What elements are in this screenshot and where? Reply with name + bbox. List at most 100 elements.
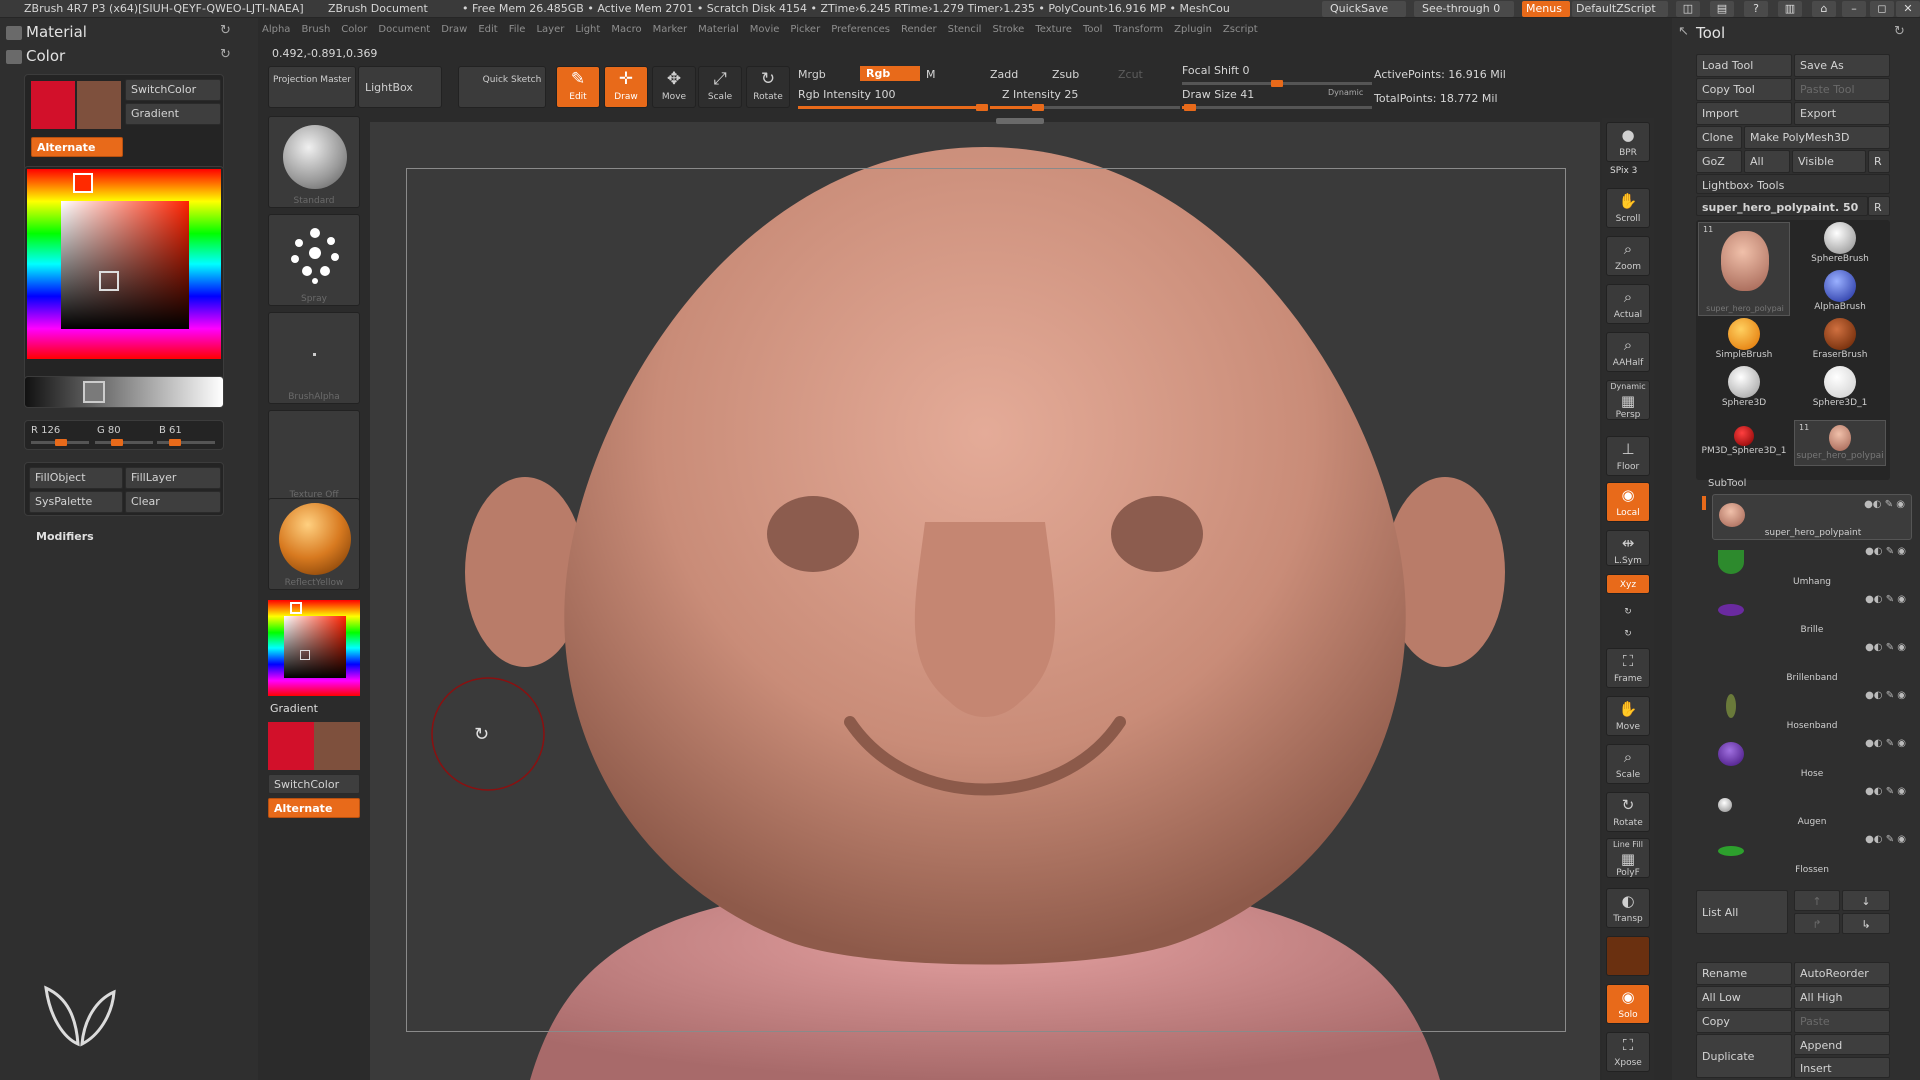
fillobject-button[interactable]: FillObject xyxy=(29,467,123,489)
visibility-toggle[interactable]: ●◐ ✎ ◉ xyxy=(1864,499,1905,510)
tool-thumb-pm3d-sphere3d[interactable]: PM3D_Sphere3D_1 xyxy=(1698,420,1790,466)
secondary-color-swatch[interactable] xyxy=(314,722,360,770)
secondary-color-swatch[interactable] xyxy=(77,81,121,129)
subtool-item[interactable]: ●◐ ✎ ◉ Brille xyxy=(1712,590,1912,636)
menu-item-picker[interactable]: Picker xyxy=(790,24,820,35)
refresh-icon[interactable]: ↻ xyxy=(220,47,231,62)
blue-slider[interactable] xyxy=(157,439,215,446)
value-slider[interactable] xyxy=(24,376,224,408)
z-intensity-slider[interactable] xyxy=(990,104,1180,111)
red-value[interactable]: R 126 xyxy=(31,425,60,436)
import-button[interactable]: Import xyxy=(1696,102,1792,125)
focal-shift-slider[interactable] xyxy=(1182,80,1372,87)
visibility-toggle[interactable]: ●◐ ✎ ◉ xyxy=(1865,546,1906,557)
visibility-toggle[interactable]: ●◐ ✎ ◉ xyxy=(1865,690,1906,701)
export-button[interactable]: Export xyxy=(1794,102,1890,125)
subtool-item[interactable]: ●◐ ✎ ◉ Umhang xyxy=(1712,542,1912,588)
minimize-icon[interactable]: – xyxy=(1842,1,1866,17)
edit-button[interactable]: ✎ Edit xyxy=(556,66,600,108)
y-rotate-icon[interactable]: ↻ xyxy=(1606,602,1650,622)
layout-switch-icon[interactable]: ▥ xyxy=(1778,1,1802,17)
canvas-scroll-handle[interactable] xyxy=(996,118,1044,124)
all-low-button[interactable]: All Low xyxy=(1696,986,1792,1009)
move-button[interactable]: ✥ Move xyxy=(652,66,696,108)
m-toggle[interactable]: M xyxy=(926,68,936,81)
append-button[interactable]: Append xyxy=(1794,1034,1890,1055)
menu-item-macro[interactable]: Macro xyxy=(611,24,641,35)
menu-item-tool[interactable]: Tool xyxy=(1083,24,1102,35)
rgb-intensity-slider[interactable] xyxy=(798,104,988,111)
draw-button[interactable]: ✛ Draw xyxy=(604,66,648,108)
z-rotate-icon[interactable]: ↻ xyxy=(1606,624,1650,644)
menu-item-zplugin[interactable]: Zplugin xyxy=(1174,24,1212,35)
list-all-button[interactable]: List All xyxy=(1696,890,1788,934)
see-through-slider[interactable]: See-through 0 xyxy=(1414,1,1514,17)
dynamic-toggle[interactable]: Dynamic xyxy=(1328,88,1363,97)
xpose-button[interactable]: ⛶ Xpose xyxy=(1606,1032,1650,1072)
ghost-button[interactable] xyxy=(1606,936,1650,976)
projection-master-button[interactable]: Projection Master xyxy=(268,66,356,108)
menu-item-alpha[interactable]: Alpha xyxy=(262,24,290,35)
spix-slider[interactable]: SPix 3 xyxy=(1610,166,1637,176)
subtool-item[interactable]: ●◐ ✎ ◉ Hosenband xyxy=(1712,686,1912,732)
xyz-button[interactable]: Xyz xyxy=(1606,574,1650,594)
blue-value[interactable]: B 61 xyxy=(159,425,182,436)
draw-size-slider[interactable] xyxy=(1182,104,1372,111)
move-down-icon[interactable]: ↓ xyxy=(1842,890,1890,911)
menu-item-color[interactable]: Color xyxy=(341,24,367,35)
make-polymesh3d-button[interactable]: Make PolyMesh3D xyxy=(1744,126,1890,149)
tool-thumb-super-hero-2[interactable]: 11 super_hero_polypai xyxy=(1794,420,1886,466)
persp-button[interactable]: Dynamic ▦ Persp xyxy=(1606,380,1650,420)
menu-item-brush[interactable]: Brush xyxy=(301,24,330,35)
value-slider-handle[interactable] xyxy=(83,381,105,403)
menu-icon[interactable]: ▤ xyxy=(1710,1,1734,17)
actual-button[interactable]: ⌕ Actual xyxy=(1606,284,1650,324)
menu-item-zscript[interactable]: Zscript xyxy=(1223,24,1258,35)
color-header[interactable]: Color xyxy=(26,47,65,65)
refresh-icon[interactable]: ↻ xyxy=(220,23,231,38)
zcut-toggle[interactable]: Zcut xyxy=(1118,68,1143,81)
arrow-down-right-icon[interactable]: ↳ xyxy=(1842,913,1890,934)
load-tool-button[interactable]: Load Tool xyxy=(1696,54,1792,77)
tool-thumb-alphabrush[interactable]: AlphaBrush xyxy=(1794,270,1886,316)
tool-header[interactable]: Tool xyxy=(1696,24,1725,42)
hue-handle[interactable] xyxy=(73,173,93,193)
mrgb-toggle[interactable]: Mrgb xyxy=(798,68,826,81)
visibility-toggle[interactable]: ●◐ ✎ ◉ xyxy=(1865,786,1906,797)
all-high-button[interactable]: All High xyxy=(1794,986,1890,1009)
arrow-up-right-icon[interactable]: ↱ xyxy=(1794,913,1840,934)
tool-thumb-sphere3d-1[interactable]: Sphere3D_1 xyxy=(1794,366,1886,412)
clear-button[interactable]: Clear xyxy=(125,491,221,513)
menu-item-light[interactable]: Light xyxy=(575,24,600,35)
current-tool-r-button[interactable]: R xyxy=(1868,196,1890,216)
lock-icon[interactable]: ⌂ xyxy=(1812,1,1836,17)
main-color-swatch[interactable] xyxy=(268,722,314,770)
alpha-thumbnail[interactable]: BrushAlpha xyxy=(268,312,360,404)
maximize-icon[interactable]: ◻ xyxy=(1870,1,1894,17)
zoom-button[interactable]: ⌕ Zoom xyxy=(1606,236,1650,276)
menu-item-material[interactable]: Material xyxy=(698,24,739,35)
local-button[interactable]: ◉ Local xyxy=(1606,482,1650,522)
green-value[interactable]: G 80 xyxy=(97,425,121,436)
move-up-icon[interactable]: ↑ xyxy=(1794,890,1840,911)
menu-item-layer[interactable]: Layer xyxy=(536,24,564,35)
mini-color-picker[interactable] xyxy=(268,600,360,696)
visibility-toggle[interactable]: ●◐ ✎ ◉ xyxy=(1865,834,1906,845)
material-thumbnail[interactable]: ReflectYellow xyxy=(268,498,360,590)
goz-visible-button[interactable]: Visible xyxy=(1792,150,1866,173)
subtool-item[interactable]: ●◐ ✎ ◉ Brillenband xyxy=(1712,638,1912,684)
bpr-button[interactable]: ● BPR xyxy=(1606,122,1650,162)
subtool-item[interactable]: ●◐ ✎ ◉ super_hero_polypaint xyxy=(1712,494,1912,540)
red-slider[interactable] xyxy=(31,439,89,446)
syspalette-button[interactable]: SysPalette xyxy=(29,491,123,513)
copy-tool-button[interactable]: Copy Tool xyxy=(1696,78,1792,101)
floor-button[interactable]: ⊥ Floor xyxy=(1606,436,1650,476)
rotate-button[interactable]: ↻ Rotate xyxy=(746,66,790,108)
rotate-view-button[interactable]: ↻ Rotate xyxy=(1606,792,1650,832)
color-handle[interactable] xyxy=(99,271,119,291)
scroll-button[interactable]: ✋ Scroll xyxy=(1606,188,1650,228)
texture-thumbnail[interactable]: Texture Off xyxy=(268,410,360,502)
alternate-button[interactable]: Alternate xyxy=(31,137,123,157)
rename-button[interactable]: Rename xyxy=(1696,962,1792,985)
goz-button[interactable]: GoZ xyxy=(1696,150,1742,173)
